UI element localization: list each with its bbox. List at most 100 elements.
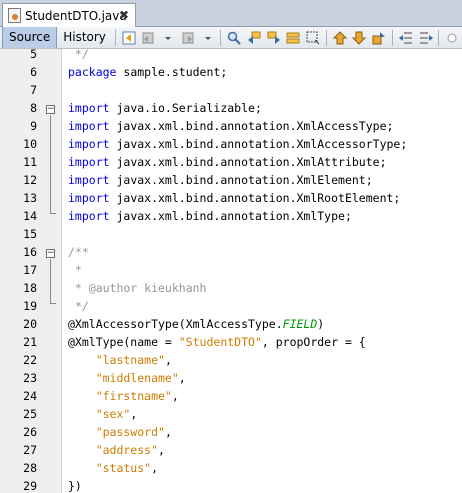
code-token: */ bbox=[68, 299, 89, 313]
code-line[interactable]: 25 "sex", bbox=[0, 405, 462, 423]
line-number: 18 bbox=[23, 281, 37, 295]
code-line[interactable]: 5 */ bbox=[0, 49, 462, 63]
line-number: 22 bbox=[23, 353, 37, 367]
forward-dropdown-icon[interactable] bbox=[199, 29, 217, 47]
code-line[interactable]: 19 */ bbox=[0, 297, 462, 315]
line-number: 17 bbox=[23, 263, 37, 277]
code-token: "firstname" bbox=[68, 389, 172, 403]
next-bookmark-icon[interactable] bbox=[351, 29, 369, 47]
line-number: 11 bbox=[23, 155, 37, 169]
code-token: javax.xml.bind.annotation.XmlRootElement… bbox=[109, 191, 401, 205]
code-line[interactable]: 21 @XmlType(name = "StudentDTO", propOrde… bbox=[0, 333, 462, 351]
back-dropdown-icon[interactable] bbox=[159, 29, 177, 47]
toolbar-separator bbox=[438, 29, 440, 46]
code-token: */ bbox=[68, 49, 89, 61]
editor-tab-bar: StudentDTO.java ✖ bbox=[0, 0, 462, 27]
line-number: 9 bbox=[30, 119, 37, 133]
code-line[interactable]: 12 import javax.xml.bind.annotation.XmlEl… bbox=[0, 171, 462, 189]
fold-javadoc-icon[interactable]: − bbox=[46, 249, 55, 258]
code-token: import bbox=[68, 101, 110, 115]
toggle-rectangular-selection-icon[interactable] bbox=[304, 29, 322, 47]
code-line[interactable]: 29}) bbox=[0, 477, 462, 493]
code-line[interactable]: 16 /** bbox=[0, 243, 462, 261]
forward-icon[interactable] bbox=[179, 29, 197, 47]
toggle-bookmark-icon[interactable] bbox=[370, 29, 388, 47]
code-line[interactable]: 17 * bbox=[0, 261, 462, 279]
code-text: * @author kieukhanh bbox=[68, 279, 207, 297]
line-number: 28 bbox=[23, 461, 37, 475]
code-line[interactable]: 20 @XmlAccessorType(XmlAccessType.FIELD) bbox=[0, 315, 462, 333]
code-token: java.io.Serializable; bbox=[109, 101, 262, 115]
code-text: import javax.xml.bind.annotation.XmlAcce… bbox=[68, 117, 393, 135]
line-number: 27 bbox=[23, 443, 37, 457]
last-edit-icon[interactable] bbox=[120, 29, 138, 47]
line-number: 8 bbox=[30, 101, 37, 115]
code-token: import bbox=[68, 209, 110, 223]
line-number: 25 bbox=[23, 407, 37, 421]
line-number: 10 bbox=[23, 137, 37, 151]
code-token: * bbox=[68, 263, 82, 277]
code-token: sample.student; bbox=[116, 65, 228, 79]
shift-line-right-icon[interactable] bbox=[417, 29, 435, 47]
source-view-button[interactable]: Source bbox=[2, 27, 58, 48]
code-token: javax.xml.bind.annotation.XmlType; bbox=[109, 209, 352, 223]
toolbar-separator bbox=[392, 29, 393, 46]
line-number: 5 bbox=[30, 49, 37, 61]
code-text: */ bbox=[68, 49, 89, 63]
code-line[interactable]: 7 bbox=[0, 81, 462, 99]
toolbar-separator bbox=[220, 29, 222, 46]
code-line[interactable]: 18 * @author kieukhanh bbox=[0, 279, 462, 297]
line-number: 14 bbox=[23, 209, 37, 223]
code-token: "password" bbox=[68, 425, 165, 439]
code-token: "middlename" bbox=[68, 371, 179, 385]
file-tab[interactable]: StudentDTO.java ✖ bbox=[2, 3, 136, 27]
code-line[interactable]: 15 bbox=[0, 225, 462, 243]
previous-bookmark-icon[interactable] bbox=[331, 29, 349, 47]
line-number: 16 bbox=[23, 245, 37, 259]
code-token: import bbox=[68, 155, 110, 169]
code-line[interactable]: 13 import javax.xml.bind.annotation.XmlRo… bbox=[0, 189, 462, 207]
shift-line-left-icon[interactable] bbox=[397, 29, 415, 47]
code-text: package sample.student; bbox=[68, 63, 227, 81]
code-text: import javax.xml.bind.annotation.XmlType… bbox=[68, 207, 352, 225]
code-line[interactable]: 26 "password", bbox=[0, 423, 462, 441]
code-line[interactable]: 27 "address", bbox=[0, 441, 462, 459]
file-tab-label: StudentDTO.java bbox=[25, 8, 127, 23]
code-token: javax.xml.bind.annotation.XmlAccessorTyp… bbox=[109, 137, 408, 151]
code-editor[interactable]: 5 */ 6 package sample.student; 7 8 import jav… bbox=[0, 49, 462, 493]
find-next-icon[interactable] bbox=[265, 29, 283, 47]
code-token: @XmlAccessorType(XmlAccessType. bbox=[68, 317, 283, 331]
line-number: 13 bbox=[23, 191, 37, 205]
fold-imports-icon[interactable]: − bbox=[46, 105, 55, 114]
code-token: @XmlType(name = bbox=[68, 335, 179, 349]
history-view-button[interactable]: History bbox=[57, 27, 112, 48]
code-token: , bbox=[164, 353, 172, 367]
close-tab-icon[interactable]: ✖ bbox=[117, 8, 131, 22]
code-token: , bbox=[178, 371, 186, 385]
editor-toolbar: Source History bbox=[0, 27, 462, 49]
line-number: 20 bbox=[23, 317, 37, 331]
code-line[interactable]: 24 "firstname", bbox=[0, 387, 462, 405]
code-token: import bbox=[68, 119, 110, 133]
line-number: 26 bbox=[23, 425, 37, 439]
back-icon[interactable] bbox=[140, 29, 158, 47]
code-line[interactable]: 11 import javax.xml.bind.annotation.XmlAt… bbox=[0, 153, 462, 171]
toggle-highlight-icon[interactable] bbox=[285, 29, 303, 47]
code-line[interactable]: 22 "lastname", bbox=[0, 351, 462, 369]
find-selection-icon[interactable] bbox=[225, 29, 243, 47]
fold-guide bbox=[50, 259, 51, 303]
code-line[interactable]: 28 "status", bbox=[0, 459, 462, 477]
find-previous-icon[interactable] bbox=[245, 29, 263, 47]
code-line[interactable]: 10 import javax.xml.bind.annotation.XmlAc… bbox=[0, 135, 462, 153]
code-text: import javax.xml.bind.annotation.XmlRoot… bbox=[68, 189, 400, 207]
code-line[interactable]: 8 import java.io.Serializable; bbox=[0, 99, 462, 117]
code-line[interactable]: 9 import javax.xml.bind.annotation.XmlAcc… bbox=[0, 117, 462, 135]
code-text: }) bbox=[68, 477, 82, 493]
code-line[interactable]: 14 import javax.xml.bind.annotation.XmlTy… bbox=[0, 207, 462, 225]
code-token: , bbox=[130, 407, 138, 421]
code-line[interactable]: 6 package sample.student; bbox=[0, 63, 462, 81]
code-line[interactable]: 23 "middlename", bbox=[0, 369, 462, 387]
start-macro-icon[interactable] bbox=[443, 29, 461, 47]
line-number: 21 bbox=[23, 335, 37, 349]
fold-guide bbox=[50, 115, 51, 213]
